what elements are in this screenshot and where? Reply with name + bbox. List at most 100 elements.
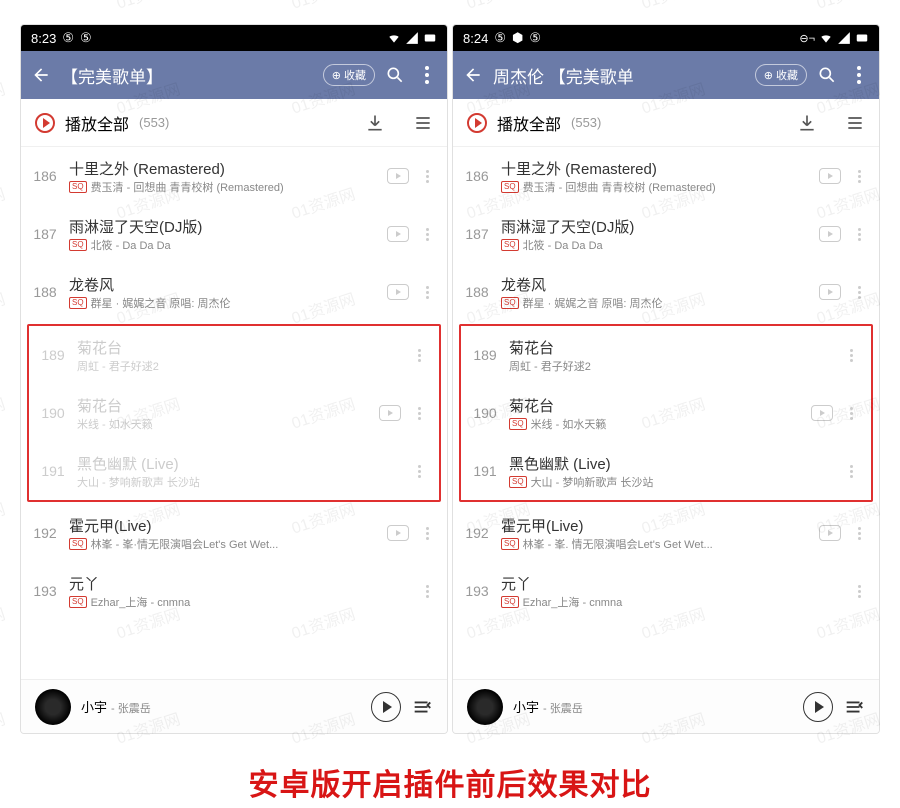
play-all-button[interactable] [35, 113, 55, 133]
song-title: 菊花台 [509, 337, 841, 358]
play-all-bar: 播放全部 (553) [21, 99, 447, 147]
multiselect-button[interactable] [845, 113, 865, 133]
song-subtitle: SQ费玉清 - 回想曲 青青校树 (Remastered) [69, 179, 379, 195]
status-time: 8:23 [31, 31, 56, 46]
song-title: 菊花台 [509, 395, 803, 416]
song-number: 190 [29, 405, 77, 421]
sq-badge: SQ [501, 538, 519, 550]
favorite-button[interactable]: ⊕ 收藏 [755, 64, 807, 86]
mv-button[interactable] [387, 226, 409, 242]
song-row[interactable]: 193元丫SQEzhar_上海 - cnmna [21, 562, 447, 620]
song-more-button[interactable] [849, 170, 869, 183]
song-more-button[interactable] [849, 228, 869, 241]
play-button[interactable] [371, 692, 401, 722]
vpn-icon: ⊖¬ [799, 32, 815, 45]
song-title: 黑色幽默 (Live) [77, 453, 409, 474]
song-more-button[interactable] [417, 286, 437, 299]
song-row[interactable]: 188龙卷风SQ群星 · 娓娓之音 原唱: 周杰伦 [453, 263, 879, 321]
mv-button[interactable] [819, 226, 841, 242]
song-row[interactable]: 193元丫SQEzhar_上海 - cnmna [453, 562, 879, 620]
song-more-button[interactable] [849, 527, 869, 540]
netease-icon: ⑤ [529, 30, 541, 46]
song-more-button[interactable] [841, 465, 861, 478]
search-button[interactable] [815, 63, 839, 87]
song-row[interactable]: 186十里之外 (Remastered)SQ费玉清 - 回想曲 青青校树 (Re… [453, 147, 879, 205]
netease-icon: ⑤ [62, 30, 74, 46]
now-playing-bar[interactable]: 小宇 - 张震岳 [453, 679, 879, 733]
mv-button[interactable] [819, 284, 841, 300]
battery-icon [423, 31, 437, 45]
song-number: 191 [461, 463, 509, 479]
song-number: 187 [453, 226, 501, 242]
play-all-label[interactable]: 播放全部 [497, 111, 561, 135]
back-button[interactable] [461, 63, 485, 87]
song-subtitle: SQ群星 · 娓娓之音 原唱: 周杰伦 [69, 295, 379, 311]
song-more-button[interactable] [409, 407, 429, 420]
song-number: 188 [453, 284, 501, 300]
song-more-button[interactable] [841, 349, 861, 362]
song-row[interactable]: 186十里之外 (Remastered)SQ费玉清 - 回想曲 青青校树 (Re… [21, 147, 447, 205]
album-art[interactable] [467, 689, 503, 725]
phone-right: 8:24 ⑤ ⬢ ⑤ ⊖¬ 周杰伦 【完美歌单 ⊕ 收藏 [452, 24, 880, 734]
sq-badge: SQ [501, 181, 519, 193]
song-row[interactable]: 191黑色幽默 (Live)SQ大山 - 梦响新歌声 长沙站 [461, 442, 871, 500]
song-more-button[interactable] [417, 228, 437, 241]
song-row[interactable]: 189菊花台周虹 - 君子好逑2 [29, 326, 439, 384]
song-list[interactable]: 192霍元甲(Live)SQ林峯 - 峯. 情无限演唱会Let's Get We… [453, 504, 879, 679]
song-subtitle: SQ北筱 - Da Da Da [69, 237, 379, 253]
song-more-button[interactable] [417, 170, 437, 183]
mv-button[interactable] [379, 405, 401, 421]
mv-button[interactable] [819, 525, 841, 541]
highlight-box: 189菊花台周虹 - 君子好逑2190菊花台米线 - 如水天籁191黑色幽默 (… [27, 324, 441, 502]
song-list[interactable]: 192霍元甲(Live)SQ林峯 - 峯·情无限演唱会Let's Get Wet… [21, 504, 447, 679]
song-row[interactable]: 192霍元甲(Live)SQ林峯 - 峯. 情无限演唱会Let's Get We… [453, 504, 879, 562]
play-all-bar: 播放全部 (553) [453, 99, 879, 147]
song-more-button[interactable] [849, 286, 869, 299]
status-bar: 8:23 ⑤ ⑤ [21, 25, 447, 51]
queue-button[interactable] [843, 696, 865, 718]
now-playing-title: 小宇 [81, 697, 107, 716]
more-button[interactable] [847, 63, 871, 87]
play-button[interactable] [803, 692, 833, 722]
mv-button[interactable] [819, 168, 841, 184]
song-more-button[interactable] [417, 585, 437, 598]
netease-icon: ⑤ [80, 30, 92, 46]
mv-button[interactable] [387, 168, 409, 184]
mv-button[interactable] [811, 405, 833, 421]
search-button[interactable] [383, 63, 407, 87]
song-more-button[interactable] [841, 407, 861, 420]
play-all-button[interactable] [467, 113, 487, 133]
song-list[interactable]: 186十里之外 (Remastered)SQ费玉清 - 回想曲 青青校树 (Re… [453, 147, 879, 322]
song-subtitle: SQ林峯 - 峯·情无限演唱会Let's Get Wet... [69, 536, 379, 552]
mv-button[interactable] [387, 284, 409, 300]
song-row[interactable]: 192霍元甲(Live)SQ林峯 - 峯·情无限演唱会Let's Get Wet… [21, 504, 447, 562]
song-row[interactable]: 187雨淋湿了天空(DJ版)SQ北筱 - Da Da Da [21, 205, 447, 263]
mv-button[interactable] [387, 525, 409, 541]
song-row[interactable]: 190菊花台米线 - 如水天籁 [29, 384, 439, 442]
song-row[interactable]: 187雨淋湿了天空(DJ版)SQ北筱 - Da Da Da [453, 205, 879, 263]
queue-button[interactable] [411, 696, 433, 718]
song-row[interactable]: 189菊花台周虹 - 君子好逑2 [461, 326, 871, 384]
song-row[interactable]: 190菊花台SQ米线 - 如水天籁 [461, 384, 871, 442]
signal-icon [837, 31, 851, 45]
song-row[interactable]: 191黑色幽默 (Live)大山 - 梦响新歌声 长沙站 [29, 442, 439, 500]
album-art[interactable] [35, 689, 71, 725]
play-all-label[interactable]: 播放全部 [65, 111, 129, 135]
song-row[interactable]: 188龙卷风SQ群星 · 娓娓之音 原唱: 周杰伦 [21, 263, 447, 321]
sq-badge: SQ [69, 538, 87, 550]
now-playing-bar[interactable]: 小宇 - 张震岳 [21, 679, 447, 733]
favorite-button[interactable]: ⊕ 收藏 [323, 64, 375, 86]
back-button[interactable] [29, 63, 53, 87]
song-list[interactable]: 186十里之外 (Remastered)SQ费玉清 - 回想曲 青青校树 (Re… [21, 147, 447, 322]
download-button[interactable] [797, 113, 817, 133]
download-button[interactable] [365, 113, 385, 133]
song-more-button[interactable] [849, 585, 869, 598]
song-number: 192 [453, 525, 501, 541]
song-more-button[interactable] [409, 465, 429, 478]
song-more-button[interactable] [417, 527, 437, 540]
song-title: 雨淋湿了天空(DJ版) [501, 216, 811, 237]
more-button[interactable] [415, 63, 439, 87]
song-more-button[interactable] [409, 349, 429, 362]
multiselect-button[interactable] [413, 113, 433, 133]
song-title: 霍元甲(Live) [501, 515, 811, 536]
